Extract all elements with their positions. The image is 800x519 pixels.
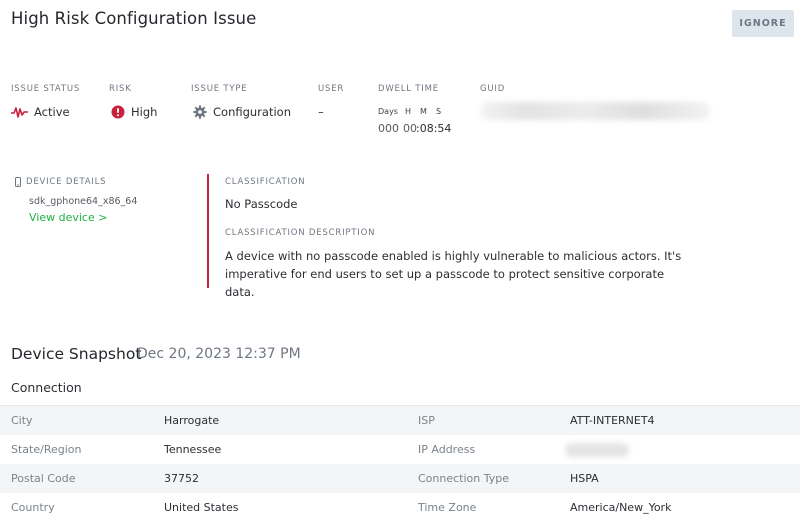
time-zone-value: America/New_York [570, 501, 672, 514]
city-label: City [11, 414, 33, 427]
postal-code-value: 37752 [164, 472, 199, 485]
guid-redacted-value [480, 102, 710, 120]
risk-label: RISK [109, 84, 132, 94]
risk-text: High [131, 105, 158, 119]
alert-circle-icon [111, 105, 125, 119]
issue-status-label: ISSUE STATUS [11, 84, 81, 94]
device-details-label: DEVICE DETAILS [15, 177, 106, 187]
country-label: Country [11, 501, 55, 514]
postal-code-label: Postal Code [11, 472, 76, 485]
user-label: USER [318, 84, 345, 94]
dwell-seconds-header: S [436, 107, 442, 116]
dwell-days-header: Days [378, 107, 398, 116]
snapshot-title: Device Snapshot [11, 345, 142, 363]
time-zone-label: Time Zone [418, 501, 477, 514]
table-row: State/Region Tennessee IP Address [0, 435, 800, 464]
risk-value: High [111, 105, 157, 119]
dwell-hours-value: 00 [403, 122, 417, 135]
country-value: United States [164, 501, 239, 514]
dwell-minutes-header: M [420, 107, 427, 116]
connection-table: City Harrogate ISP ATT-INTERNET4 State/R… [0, 405, 800, 519]
snapshot-date: Dec 20, 2023 12:37 PM [137, 346, 301, 362]
isp-value: ATT-INTERNET4 [570, 414, 655, 427]
device-details-text: DEVICE DETAILS [26, 177, 107, 187]
connection-type-label: Connection Type [418, 472, 510, 485]
view-device-link[interactable]: View device > [29, 211, 107, 224]
table-row: Country United States Time Zone America/… [0, 493, 800, 519]
state-label: State/Region [11, 443, 82, 456]
ignore-button[interactable]: IGNORE [732, 10, 794, 37]
city-value: Harrogate [164, 414, 220, 427]
table-row: Postal Code 37752 Connection Type HSPA [0, 464, 800, 493]
issue-type-value: Configuration [193, 105, 291, 119]
ip-address-label: IP Address [418, 443, 476, 456]
device-model: sdk_gphone64_x86_64 [29, 196, 138, 207]
connection-type-value: HSPA [570, 472, 599, 485]
table-row: City Harrogate ISP ATT-INTERNET4 [0, 406, 800, 435]
guid-label: GUID [480, 84, 506, 94]
connection-title: Connection [11, 380, 82, 395]
classification-value: No Passcode [225, 197, 298, 211]
user-value: – [318, 105, 324, 119]
classification-label: CLASSIFICATION [225, 177, 306, 187]
isp-label: ISP [418, 414, 435, 427]
issue-type-text: Configuration [213, 105, 291, 119]
phone-icon [15, 177, 21, 187]
dwell-days-value: 000 [378, 122, 399, 135]
issue-type-label: ISSUE TYPE [191, 84, 248, 94]
ip-address-redacted-value [565, 443, 629, 457]
classification-description: A device with no passcode enabled is hig… [225, 249, 682, 299]
issue-status-value: Active [11, 105, 70, 119]
classification-description-label: CLASSIFICATION DESCRIPTION [225, 228, 376, 238]
dwell-hours-header: H [405, 107, 412, 116]
state-value: Tennessee [164, 443, 222, 456]
dwell-time-label: DWELL TIME [378, 84, 439, 94]
activity-icon [11, 106, 28, 118]
gear-icon [193, 105, 207, 119]
page-title: High Risk Configuration Issue [11, 9, 257, 28]
classification-accent-bar [207, 174, 209, 288]
issue-status-text: Active [34, 105, 70, 119]
dwell-hms-value: :08:54 [416, 122, 452, 135]
